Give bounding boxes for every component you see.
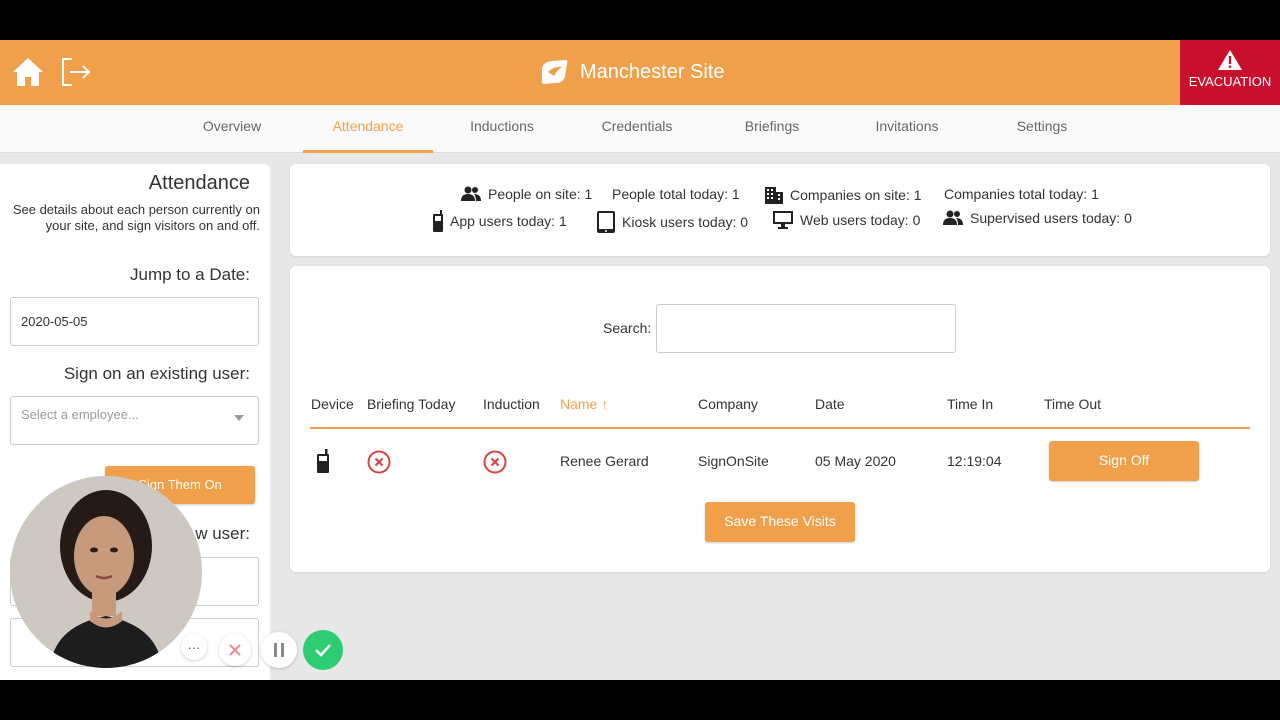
employee-select-placeholder: Select a employee... <box>21 407 139 422</box>
cancel-icon <box>229 644 241 656</box>
more-icon: ··· <box>187 639 201 655</box>
tab-bar: Overview Attendance Inductions Credentia… <box>0 105 1280 153</box>
evacuation-label: EVACUATION <box>1188 74 1272 89</box>
home-icon[interactable] <box>10 54 46 90</box>
mobile-phone-icon <box>317 449 329 473</box>
stat-people-total-today: People total today: 1 <box>612 186 740 202</box>
search-input[interactable] <box>656 304 956 353</box>
sidebar-description: See details about each person currently … <box>12 202 260 233</box>
stat-companies-total-today: Companies total today: 1 <box>944 186 1099 202</box>
tablet-icon <box>597 211 615 233</box>
webcam-overlay <box>10 476 202 668</box>
people-icon <box>943 210 963 225</box>
tab-settings[interactable]: Settings <box>997 105 1087 153</box>
tab-invitations[interactable]: Invitations <box>857 105 957 153</box>
stats-panel: People on site: 1 People total today: 1 … <box>290 164 1270 256</box>
site-title-text: Manchester Site <box>580 60 725 83</box>
employee-select[interactable]: Select a employee... <box>10 396 259 445</box>
column-header-company[interactable]: Company <box>698 396 758 412</box>
pause-icon <box>274 643 284 657</box>
search-label: Search: <box>603 320 652 336</box>
attendance-table-panel: Search: Device Briefing Today Induction … <box>290 266 1270 572</box>
recorder-done-button[interactable] <box>303 630 343 670</box>
sign-out-icon[interactable] <box>58 54 94 90</box>
cell-company: SignOnSite <box>698 453 769 469</box>
cell-name[interactable]: Renee Gerard <box>560 453 649 469</box>
check-icon <box>315 644 331 657</box>
stat-people-on-site: People on site: 1 <box>460 186 592 202</box>
column-header-time-out[interactable]: Time Out <box>1044 396 1101 412</box>
column-header-time-in[interactable]: Time In <box>947 396 993 412</box>
tab-inductions[interactable]: Inductions <box>452 105 552 153</box>
sign-off-button[interactable]: Sign Off <box>1049 441 1199 481</box>
date-field[interactable]: 2020-05-05 <box>10 297 259 346</box>
stat-kiosk-users-today: Kiosk users today: 0 <box>596 210 748 234</box>
building-icon <box>765 187 783 204</box>
warning-icon <box>1218 50 1242 70</box>
stat-app-users-today: App users today: 1 <box>432 210 567 232</box>
column-header-date[interactable]: Date <box>815 396 845 412</box>
header-divider <box>310 427 1250 429</box>
column-header-briefing-today[interactable]: Briefing Today <box>367 396 455 412</box>
save-visits-button[interactable]: Save These Visits <box>705 502 855 542</box>
jump-to-date-label: Jump to a Date: <box>129 265 250 284</box>
cell-time-in: 12:19:04 <box>947 453 1002 469</box>
stat-supervised-users-today: Supervised users today: 0 <box>942 210 1132 226</box>
desktop-monitor-icon <box>773 211 793 229</box>
people-icon <box>461 186 481 201</box>
presenter-video-icon <box>10 476 202 668</box>
recorder-more-button[interactable]: ··· <box>181 634 207 660</box>
chevron-down-icon <box>234 415 244 421</box>
induction-incomplete-icon <box>483 450 507 474</box>
existing-user-label: Sign on an existing user: <box>63 364 250 383</box>
header-bar: Manchester Site EVACUATION <box>0 40 1280 105</box>
signonsite-logo-icon <box>541 60 568 84</box>
new-user-label: w user: <box>195 524 250 543</box>
cell-date: 05 May 2020 <box>815 453 896 469</box>
recorder-pause-button[interactable] <box>261 632 297 668</box>
tab-attendance[interactable]: Attendance <box>303 105 433 153</box>
briefing-incomplete-icon <box>367 450 391 474</box>
evacuation-button[interactable]: EVACUATION <box>1180 40 1280 105</box>
tab-overview[interactable]: Overview <box>183 105 281 153</box>
sidebar-title: Attendance <box>148 172 250 194</box>
tab-briefings[interactable]: Briefings <box>727 105 817 153</box>
column-header-name[interactable]: Name ↑ <box>560 396 608 412</box>
column-header-induction[interactable]: Induction <box>483 396 540 412</box>
stat-web-users-today: Web users today: 0 <box>772 210 920 230</box>
tab-credentials[interactable]: Credentials <box>587 105 687 153</box>
mobile-phone-icon <box>433 210 443 232</box>
app-frame: Manchester Site EVACUATION Overview Atte… <box>0 40 1280 680</box>
column-header-device[interactable]: Device <box>311 396 354 412</box>
site-title: Manchester Site <box>538 56 725 88</box>
recorder-cancel-button[interactable] <box>219 634 251 666</box>
stat-companies-on-site: Companies on site: 1 <box>764 186 922 204</box>
